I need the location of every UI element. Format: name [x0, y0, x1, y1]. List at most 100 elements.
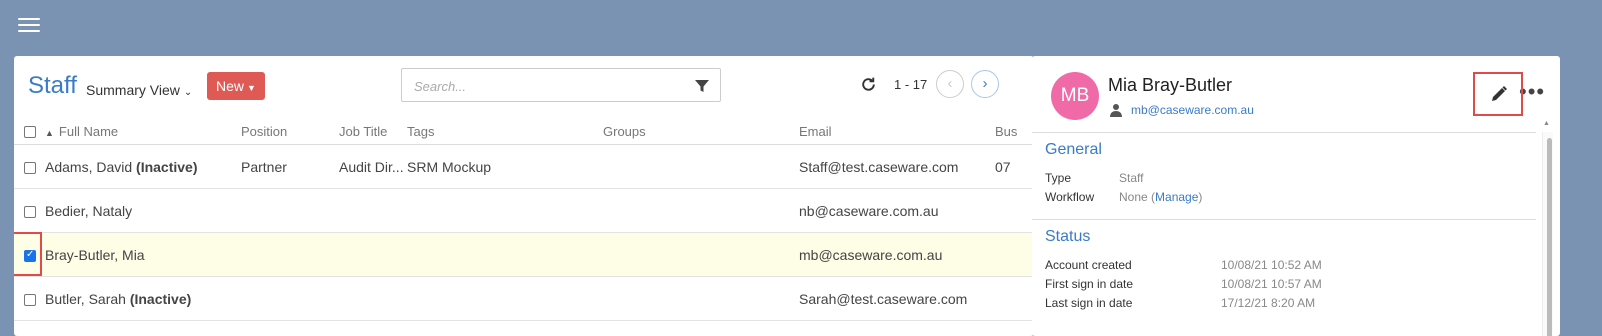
page-range: 1 - 17	[894, 77, 928, 92]
table-row[interactable]: Adams, David (Inactive) Partner Audit Di…	[14, 144, 1034, 189]
full-name: Adams, David	[45, 158, 133, 175]
refresh-icon[interactable]	[860, 76, 877, 93]
table-row[interactable]: Butler, Sarah (Inactive) Sarah@test.case…	[14, 276, 1034, 321]
status-label: First sign in date	[1045, 277, 1134, 291]
tags-cell: SRM Mockup	[407, 144, 603, 189]
sort-up-icon: ▲	[45, 127, 54, 138]
status-value: 10/08/21 10:57 AM	[1221, 277, 1322, 291]
person-icon	[1110, 104, 1122, 117]
column-header-email[interactable]: Email	[799, 118, 995, 145]
staff-detail-panel: MB Mia Bray-Butler mb@caseware.com.au ••…	[1032, 56, 1560, 336]
full-name-cell: Bedier, Nataly	[45, 188, 241, 233]
tags-cell	[407, 188, 603, 233]
type-row: Type Staff	[1045, 169, 1536, 188]
status-label: Last sign in date	[1045, 296, 1133, 310]
column-header-job-title[interactable]: Job Title	[339, 118, 407, 145]
status-value: 17/12/21 8:20 AM	[1221, 296, 1316, 310]
chevron-down-icon: ▼	[247, 83, 256, 93]
job-title-cell	[339, 276, 407, 321]
general-section: General Type Staff Workflow None (Manage…	[1032, 133, 1536, 207]
search-input[interactable]	[412, 70, 686, 102]
full-name-cell: Bray-Butler, Mia	[45, 232, 241, 277]
column-header-groups[interactable]: Groups	[603, 118, 799, 145]
column-header-position[interactable]: Position	[241, 118, 339, 145]
filter-icon[interactable]	[694, 78, 710, 94]
workflow-label: Workflow	[1045, 190, 1095, 204]
scroll-up-icon[interactable]: ▲	[1543, 120, 1550, 127]
status-title: Status	[1045, 228, 1091, 245]
email-cell: nb@caseware.com.au	[799, 188, 995, 233]
person-email-link[interactable]: mb@caseware.com.au	[1131, 103, 1254, 117]
column-label: Full Name	[58, 123, 119, 139]
new-button-label: New	[216, 78, 245, 94]
select-all-checkbox[interactable]	[24, 126, 36, 139]
bus-cell: 07	[995, 144, 1034, 189]
tags-cell	[407, 232, 603, 277]
row-checkbox[interactable]	[24, 293, 36, 306]
workflow-row: Workflow None (Manage)	[1045, 188, 1536, 207]
bus-cell	[995, 232, 1034, 277]
job-title-cell	[339, 232, 407, 277]
email-cell: Sarah@test.caseware.com	[799, 276, 995, 321]
workflow-value: None (Manage)	[1119, 188, 1202, 207]
workflow-value-text: None (	[1119, 190, 1156, 204]
search-box	[401, 68, 721, 102]
manage-link[interactable]: Manage	[1155, 190, 1198, 204]
groups-cell	[603, 188, 799, 233]
checkbox-highlight-box	[14, 232, 42, 276]
detail-scroll-area: General Type Staff Workflow None (Manage…	[1032, 132, 1536, 336]
list-toolbar: Staff Summary View⌄ New▼ 1 - 17 ‹ ›	[14, 56, 1034, 118]
chevron-left-icon[interactable]: ‹	[936, 70, 964, 98]
full-name-cell: Butler, Sarah (Inactive)	[45, 276, 241, 321]
row-checkbox[interactable]	[24, 161, 36, 174]
full-name: Bray-Butler, Mia	[45, 246, 145, 263]
position-cell: Partner	[241, 144, 339, 189]
status-section: Status Account created 10/08/21 10:52 AM…	[1032, 220, 1536, 313]
row-checkbox-cell	[14, 144, 45, 189]
type-value: Staff	[1119, 171, 1144, 185]
position-cell	[241, 188, 339, 233]
column-header-full-name[interactable]: ▲ Full Name	[45, 118, 241, 145]
select-all-cell	[14, 118, 45, 145]
type-label: Type	[1045, 171, 1072, 185]
row-checkbox-cell	[14, 276, 45, 321]
edit-highlight-box	[1473, 72, 1523, 116]
view-dropdown[interactable]: Summary View ⌄	[86, 82, 192, 98]
chevron-down-icon: ⌄	[183, 87, 193, 98]
email-cell: mb@caseware.com.au	[799, 232, 995, 277]
inactive-label: (Inactive)	[136, 158, 198, 175]
bus-cell	[995, 188, 1034, 233]
avatar: MB	[1051, 72, 1099, 120]
staff-list-panel: Staff Summary View⌄ New▼ 1 - 17 ‹ › ▲ Ful…	[14, 56, 1034, 336]
column-header-bus[interactable]: Bus	[995, 118, 1034, 145]
groups-cell	[603, 144, 799, 189]
column-header-tags[interactable]: Tags	[407, 118, 603, 145]
position-cell	[241, 232, 339, 277]
status-value: 10/08/21 10:52 AM	[1221, 258, 1322, 272]
tags-cell	[407, 276, 603, 321]
scrollbar-thumb[interactable]	[1547, 138, 1552, 336]
status-label: Account created	[1045, 258, 1132, 272]
full-name: Bedier, Nataly	[45, 202, 133, 219]
full-name: Butler, Sarah	[45, 290, 126, 307]
table-header-row: ▲ Full Name Position Job Title Tags Group…	[14, 118, 1034, 145]
chevron-right-icon[interactable]: ›	[971, 70, 999, 98]
status-row: Account created 10/08/21 10:52 AM	[1045, 256, 1536, 275]
general-title: General	[1045, 141, 1102, 158]
row-checkbox-cell	[14, 188, 45, 233]
job-title-cell: Audit Dir...	[339, 144, 407, 189]
status-row: First sign in date 10/08/21 10:57 AM	[1045, 275, 1536, 294]
table-row-selected[interactable]: Bray-Butler, Mia mb@caseware.com.au	[14, 232, 1034, 277]
full-name-cell: Adams, David (Inactive)	[45, 144, 241, 189]
table-row[interactable]: Bedier, Nataly nb@caseware.com.au	[14, 188, 1034, 233]
new-button[interactable]: New ▼	[207, 72, 265, 100]
row-checkbox[interactable]	[24, 205, 36, 218]
hamburger-menu-icon[interactable]	[18, 18, 40, 34]
groups-cell	[603, 276, 799, 321]
workflow-suffix: )	[1198, 190, 1203, 204]
groups-cell	[603, 232, 799, 277]
page-title: Staff	[28, 72, 77, 99]
job-title-cell	[339, 188, 407, 233]
email-cell: Staff@test.caseware.com	[799, 144, 995, 189]
status-row: Last sign in date 17/12/21 8:20 AM	[1045, 294, 1536, 313]
